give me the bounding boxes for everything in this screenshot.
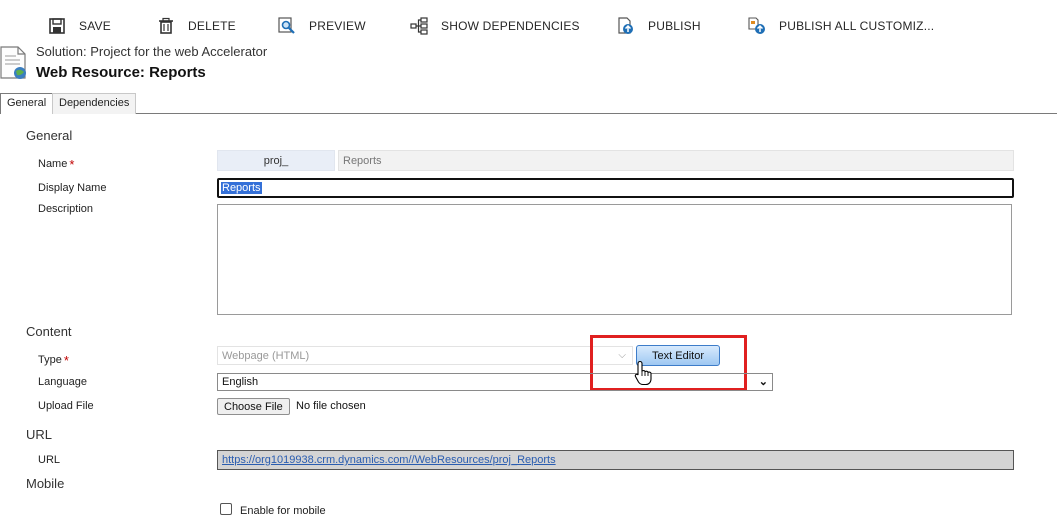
url-link[interactable]: https://org1019938.crm.dynamics.com//Web… (222, 454, 556, 466)
display-name-label: Display Name (38, 182, 107, 194)
general-section-title: General (26, 128, 73, 143)
required-marker: * (69, 157, 75, 172)
publish-all-icon (748, 17, 766, 35)
language-select[interactable]: English ⌄ (217, 373, 773, 391)
name-field: Reports (338, 150, 1014, 171)
tab-baseline (0, 113, 1057, 114)
mobile-section-title: Mobile (26, 476, 65, 491)
enable-mobile-checkbox[interactable] (220, 503, 232, 515)
save-label: SAVE (79, 19, 111, 33)
type-select-value: Webpage (HTML) (222, 349, 310, 362)
url-label: URL (38, 454, 61, 466)
name-label: Name * (38, 155, 75, 172)
display-name-selected-text: Reports (221, 182, 262, 194)
preview-button[interactable]: PREVIEW (278, 14, 366, 38)
save-button[interactable]: SAVE (48, 14, 111, 38)
show-dependencies-label: SHOW DEPENDENCIES (441, 19, 580, 33)
tab-strip: General Dependencies (0, 93, 1057, 114)
description-label: Description (38, 203, 94, 215)
tab-general[interactable]: General (0, 93, 54, 114)
preview-icon (278, 17, 296, 35)
publish-label: PUBLISH (648, 19, 701, 33)
show-dependencies-button[interactable]: SHOW DEPENDENCIES (410, 14, 580, 38)
publish-all-label: PUBLISH ALL CUSTOMIZ... (779, 19, 935, 33)
save-icon (48, 17, 66, 35)
enable-mobile-label: Enable for mobile (240, 505, 326, 516)
chevron-down-icon: ⌄ (758, 376, 768, 388)
publish-button[interactable]: PUBLISH (617, 14, 701, 38)
content-section-title: Content (26, 324, 72, 339)
type-select: Webpage (HTML) ⌵ (217, 346, 633, 365)
upload-file-label: Upload File (38, 400, 94, 412)
tab-dependencies[interactable]: Dependencies (52, 93, 137, 114)
type-label: Type * (38, 351, 69, 368)
url-field: https://org1019938.crm.dynamics.com//Web… (217, 450, 1014, 470)
solution-label: Solution: Project for the web Accelerato… (36, 44, 268, 59)
dependencies-icon (410, 17, 428, 35)
description-textarea[interactable] (217, 204, 1012, 315)
page-title: Web Resource: Reports (36, 64, 206, 81)
name-prefix-field: proj_ (217, 150, 335, 171)
preview-label: PREVIEW (309, 19, 366, 33)
language-label: Language (38, 376, 87, 388)
command-bar: SAVE DELETE PREVIEW SHOW DEPENDENCIES PU… (0, 0, 1057, 44)
publish-all-button[interactable]: PUBLISH ALL CUSTOMIZ... (748, 14, 934, 38)
delete-label: DELETE (188, 19, 236, 33)
publish-icon (617, 17, 635, 35)
web-resource-document-icon (0, 46, 28, 80)
type-label-text: Type (38, 354, 62, 366)
hand-cursor-icon (634, 360, 654, 386)
choose-file-button[interactable]: Choose File (217, 398, 290, 415)
language-select-value: English (222, 376, 259, 388)
delete-button[interactable]: DELETE (157, 14, 236, 38)
trash-icon (157, 17, 175, 35)
name-label-text: Name (38, 158, 68, 170)
no-file-text: No file chosen (296, 400, 366, 412)
display-name-input[interactable]: Reports (217, 178, 1014, 198)
url-section-title: URL (26, 427, 53, 442)
required-marker: * (63, 353, 69, 368)
